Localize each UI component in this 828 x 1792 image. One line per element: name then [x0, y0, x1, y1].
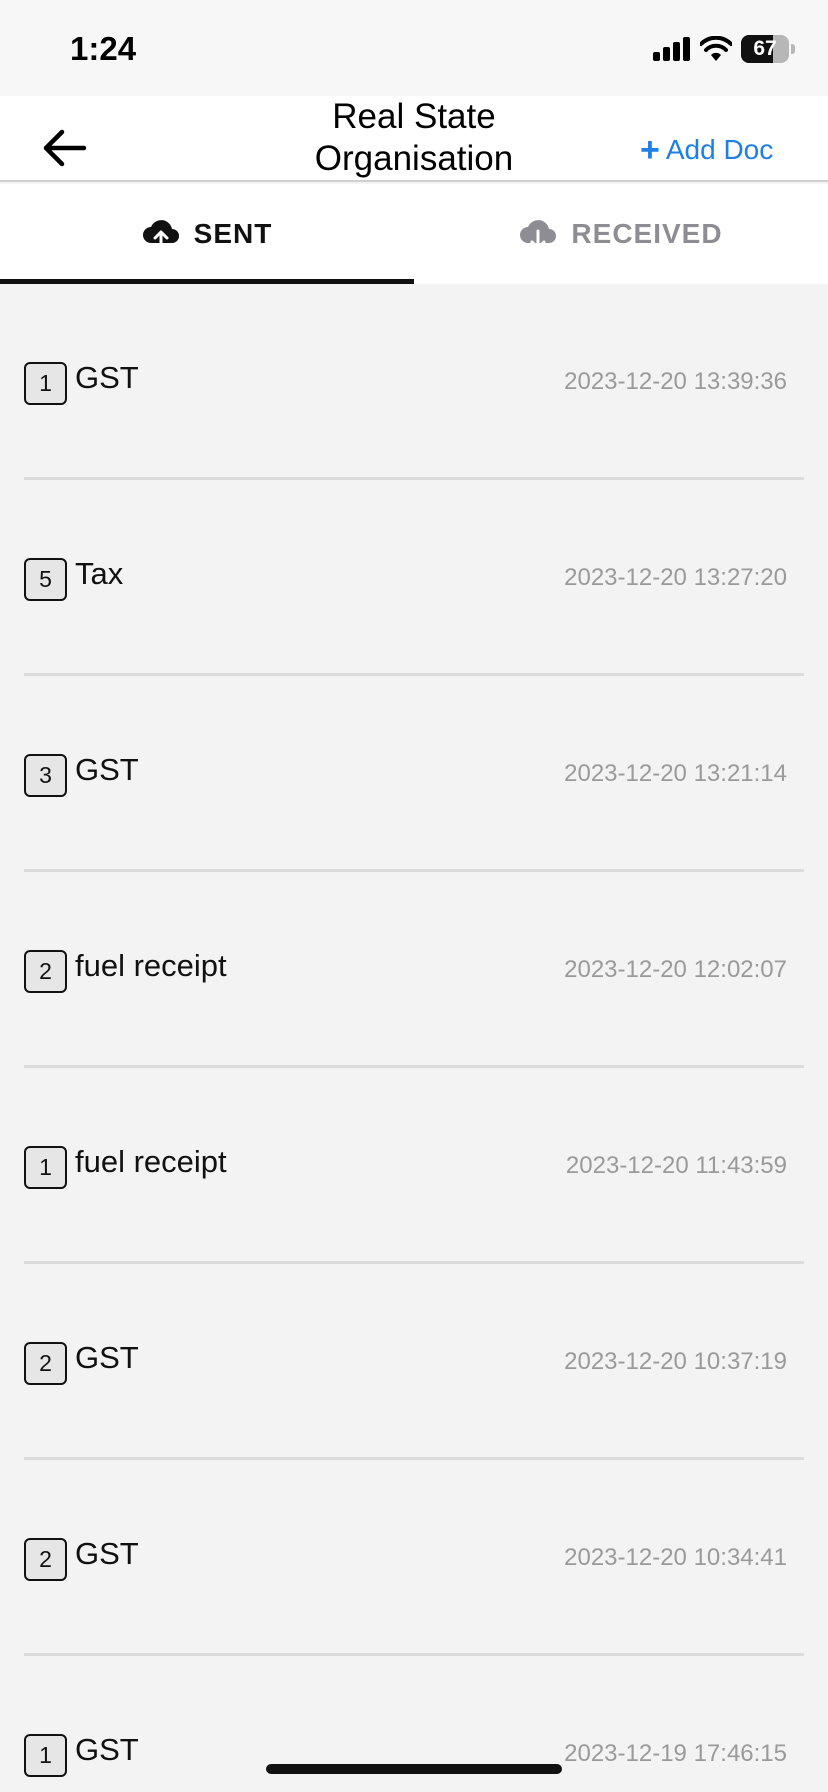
battery-level: 67: [753, 37, 777, 60]
document-timestamp: 2023-12-20 10:34:41: [564, 1544, 787, 1571]
tab-bar: SENT RECEIVED: [0, 184, 828, 284]
list-item[interactable]: 2 fuel receipt 2023-12-20 12:02:07: [0, 872, 828, 1068]
document-timestamp: 2023-12-20 11:43:59: [565, 1152, 787, 1179]
status-bar: 1:24 67: [0, 0, 828, 96]
document-name: GST: [75, 1536, 139, 1571]
document-name: GST: [75, 752, 139, 787]
tab-sent-label: SENT: [193, 218, 273, 249]
arrow-left-icon: [43, 129, 87, 167]
list-item[interactable]: 2 GST 2023-12-20 10:37:19: [0, 1264, 828, 1460]
page-title: Real State Organisation: [314, 97, 514, 178]
status-time: 1:24: [70, 30, 137, 67]
back-button[interactable]: [40, 128, 88, 168]
add-doc-label: Add Doc: [665, 134, 774, 165]
battery-icon: 67: [741, 35, 789, 63]
cloud-upload-icon: [142, 220, 179, 251]
count-badge: 1: [24, 362, 67, 405]
document-name: fuel receipt: [75, 1144, 227, 1179]
add-doc-button[interactable]: + Add Doc: [640, 130, 773, 170]
tab-received-label: RECEIVED: [571, 218, 723, 249]
document-name: fuel receipt: [75, 948, 227, 983]
list-item[interactable]: 1 fuel receipt 2023-12-20 11:43:59: [0, 1068, 828, 1264]
document-timestamp: 2023-12-20 13:39:36: [564, 368, 787, 395]
list-item[interactable]: 3 GST 2023-12-20 13:21:14: [0, 676, 828, 872]
document-timestamp: 2023-12-20 12:02:07: [564, 956, 787, 983]
count-badge: 2: [24, 950, 67, 993]
list-item[interactable]: 5 Tax 2023-12-20 13:27:20: [0, 480, 828, 676]
document-name: GST: [75, 1340, 139, 1375]
cloud-download-icon: [520, 220, 557, 250]
document-timestamp: 2023-12-20 10:37:19: [564, 1348, 787, 1375]
document-name: GST: [75, 1732, 139, 1767]
wifi-icon: [700, 36, 732, 61]
cellular-signal-icon: [653, 37, 691, 61]
home-indicator[interactable]: [266, 1764, 562, 1774]
document-name: Tax: [75, 556, 124, 591]
document-list: 1 GST 2023-12-20 13:39:36 5 Tax 2023-12-…: [0, 284, 828, 1792]
count-badge: 1: [24, 1146, 67, 1189]
count-badge: 3: [24, 754, 67, 797]
tab-sent[interactable]: SENT: [0, 184, 414, 284]
document-timestamp: 2023-12-20 13:27:20: [564, 564, 787, 591]
count-badge: 2: [24, 1342, 67, 1385]
tab-received[interactable]: RECEIVED: [414, 184, 828, 284]
document-timestamp: 2023-12-19 17:46:15: [564, 1740, 787, 1767]
battery-nub: [791, 44, 795, 54]
list-item[interactable]: 1 GST 2023-12-20 13:39:36: [0, 284, 828, 480]
count-badge: 1: [24, 1734, 67, 1777]
count-badge: 5: [24, 558, 67, 601]
plus-icon: +: [640, 131, 660, 169]
list-item[interactable]: 2 GST 2023-12-20 10:34:41: [0, 1460, 828, 1656]
count-badge: 2: [24, 1538, 67, 1581]
nav-bar: Real State Organisation + Add Doc: [0, 96, 828, 182]
document-name: GST: [75, 360, 139, 395]
app-screen: 1:24 67 Real State Organisation + Add Do…: [0, 0, 828, 1792]
document-timestamp: 2023-12-20 13:21:14: [564, 760, 787, 787]
